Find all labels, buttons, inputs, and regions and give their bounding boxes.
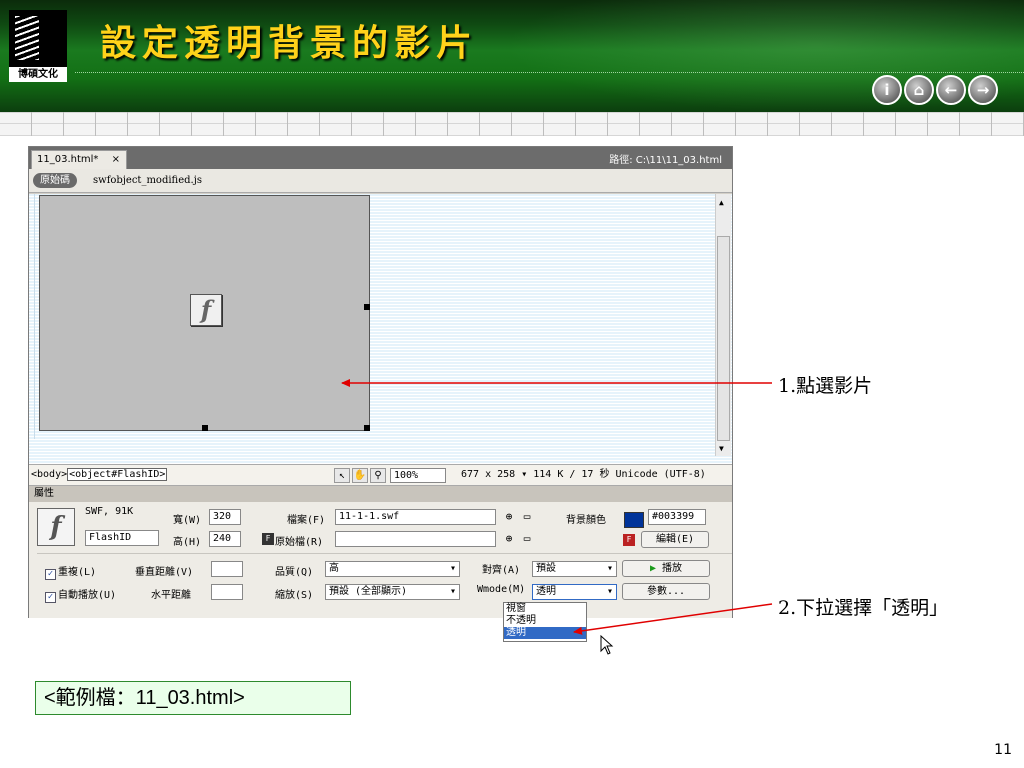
align-select[interactable]: 預設 xyxy=(532,561,617,577)
checkmark-icon: ✓ xyxy=(45,569,56,580)
bg-color-field[interactable]: #003399 xyxy=(648,509,706,525)
forward-icon[interactable]: → xyxy=(968,75,998,105)
file-label: 檔案(F) xyxy=(287,515,326,526)
scroll-up-icon[interactable]: ▲ xyxy=(719,198,724,207)
wmode-dropdown-list: 視窗 不透明 透明 xyxy=(503,602,587,642)
quality-label: 品質(Q) xyxy=(275,567,314,578)
slide-nav-buttons: i ⌂ ← → xyxy=(872,75,1000,105)
swf-icon: f xyxy=(37,508,75,546)
vspace-label: 垂直距離(V) xyxy=(135,567,194,578)
document-tab[interactable]: 11_03.html* × xyxy=(31,150,127,169)
zoom-tool-icon[interactable]: ⚲ xyxy=(370,467,386,483)
folder-icon[interactable]: ▭ xyxy=(521,533,533,545)
width-label: 寬(W) xyxy=(173,515,202,526)
file-path: 路徑: C:\11\11_03.html xyxy=(609,155,722,166)
fireworks-icon: F xyxy=(262,533,274,545)
loop-checkbox[interactable]: ✓ 重複(L) xyxy=(45,563,96,580)
page-number: 11 xyxy=(994,742,1012,758)
point-to-file-icon[interactable]: ⊕ xyxy=(503,533,515,545)
mouse-cursor-icon xyxy=(600,635,614,655)
scale-label: 縮放(S) xyxy=(275,590,314,601)
tag-body[interactable]: <body> xyxy=(31,469,67,480)
window-size-readout[interactable]: 677 x 258 ▾ 114 K / 17 秒 Unicode (UTF-8) xyxy=(461,465,706,485)
edit-button[interactable]: 編輯(E) xyxy=(641,531,709,548)
play-label: 播放 xyxy=(662,563,683,574)
document-tabbar: 11_03.html* × 路徑: C:\11\11_03.html xyxy=(29,147,732,169)
wmode-select[interactable]: 透明 xyxy=(532,584,617,600)
autoplay-checkbox[interactable]: ✓ 自動播放(U) xyxy=(45,586,116,603)
header-dotted-line xyxy=(75,72,1024,73)
resize-handle[interactable] xyxy=(202,425,208,431)
file-field[interactable]: 11-1-1.swf xyxy=(335,509,496,525)
bg-color-label: 背景顏色 xyxy=(566,515,606,526)
home-icon[interactable]: ⌂ xyxy=(904,75,934,105)
document-tab-label: 11_03.html* xyxy=(37,154,99,165)
resize-handle[interactable] xyxy=(364,304,370,310)
wmode-option-opaque[interactable]: 不透明 xyxy=(504,615,586,627)
status-tools: ↖ ✋ ⚲ 100% xyxy=(334,467,446,483)
step1-annotation: 1.點選影片 xyxy=(778,375,873,397)
info-icon[interactable]: i xyxy=(872,75,902,105)
source-code-button[interactable]: 原始碼 xyxy=(33,173,77,188)
properties-title: 屬性 xyxy=(34,488,54,499)
status-bar: <body> <object#FlashID> ↖ ✋ ⚲ 100% 677 x … xyxy=(29,464,732,486)
header-grid-band xyxy=(0,112,1024,136)
logo-mark xyxy=(15,16,39,60)
pointer-tool-icon[interactable]: ↖ xyxy=(334,467,350,483)
properties-panel-header[interactable]: 屬性 xyxy=(29,486,732,502)
design-view[interactable]: f ▲ ▼ xyxy=(29,194,732,464)
scale-select[interactable]: 預設 (全部顯示) xyxy=(325,584,460,600)
source-file-field[interactable] xyxy=(335,531,496,547)
checkmark-icon: ✓ xyxy=(45,592,56,603)
align-label: 對齊(A) xyxy=(482,565,521,576)
scroll-down-icon[interactable]: ▼ xyxy=(719,444,724,453)
loop-label: 重複(L) xyxy=(58,567,97,578)
flash-object[interactable]: f xyxy=(39,195,370,431)
point-to-file-icon[interactable]: ⊕ xyxy=(503,511,515,523)
example-file-label: <範例檔：11_03.html> xyxy=(35,681,351,715)
slide-header: 博碩文化 設定透明背景的影片 i ⌂ ← → xyxy=(0,0,1024,112)
related-files-bar: 原始碼 swfobject_modified.js xyxy=(29,169,732,193)
related-file-link[interactable]: swfobject_modified.js xyxy=(93,175,202,186)
hspace-field[interactable] xyxy=(211,584,243,600)
height-field[interactable]: 240 xyxy=(209,531,241,547)
width-field[interactable]: 320 xyxy=(209,509,241,525)
dreamweaver-window: 11_03.html* × 路徑: C:\11\11_03.html 原始碼 s… xyxy=(28,146,733,618)
hand-tool-icon[interactable]: ✋ xyxy=(352,467,368,483)
properties-panel: f SWF, 91K FlashID 寬(W) 320 高(H) 240 檔案(… xyxy=(29,502,732,618)
source-file-label: 原始檔(R) xyxy=(275,537,324,548)
quality-select[interactable]: 高 xyxy=(325,561,460,577)
scroll-thumb[interactable] xyxy=(717,236,730,441)
tag-object[interactable]: <object#FlashID> xyxy=(67,468,168,481)
wmode-option-transparent[interactable]: 透明 xyxy=(504,627,586,639)
play-icon: ▶ xyxy=(649,563,663,574)
logo-text: 博碩文化 xyxy=(9,67,67,82)
resize-handle[interactable] xyxy=(364,425,370,431)
props-divider xyxy=(37,553,732,554)
zoom-select[interactable]: 100% xyxy=(390,467,446,483)
bg-color-swatch[interactable] xyxy=(624,512,644,528)
autoplay-label: 自動播放(U) xyxy=(58,590,117,601)
swf-info: SWF, 91K xyxy=(85,506,134,517)
close-icon[interactable]: × xyxy=(112,151,120,169)
play-button[interactable]: ▶ 播放 xyxy=(622,560,710,577)
edit-icon: F xyxy=(623,534,635,546)
parameters-button[interactable]: 參數... xyxy=(622,583,710,600)
wmode-label: Wmode(M) xyxy=(477,584,526,595)
height-label: 高(H) xyxy=(173,537,202,548)
back-icon[interactable]: ← xyxy=(936,75,966,105)
vertical-scrollbar[interactable]: ▲ ▼ xyxy=(715,194,731,456)
publisher-logo: 博碩文化 xyxy=(9,10,67,82)
tag-selector: <body> <object#FlashID> xyxy=(31,465,168,485)
vspace-field[interactable] xyxy=(211,561,243,577)
slide-title: 設定透明背景的影片 xyxy=(100,22,479,64)
folder-icon[interactable]: ▭ xyxy=(521,511,533,523)
hspace-label: 水平距離 xyxy=(151,590,191,601)
wmode-option-window[interactable]: 視窗 xyxy=(504,603,586,615)
object-id-field[interactable]: FlashID xyxy=(85,530,159,546)
left-margin xyxy=(29,194,35,439)
step2-annotation: 2.下拉選擇「透明」 xyxy=(778,597,949,619)
flash-icon: f xyxy=(190,294,222,326)
